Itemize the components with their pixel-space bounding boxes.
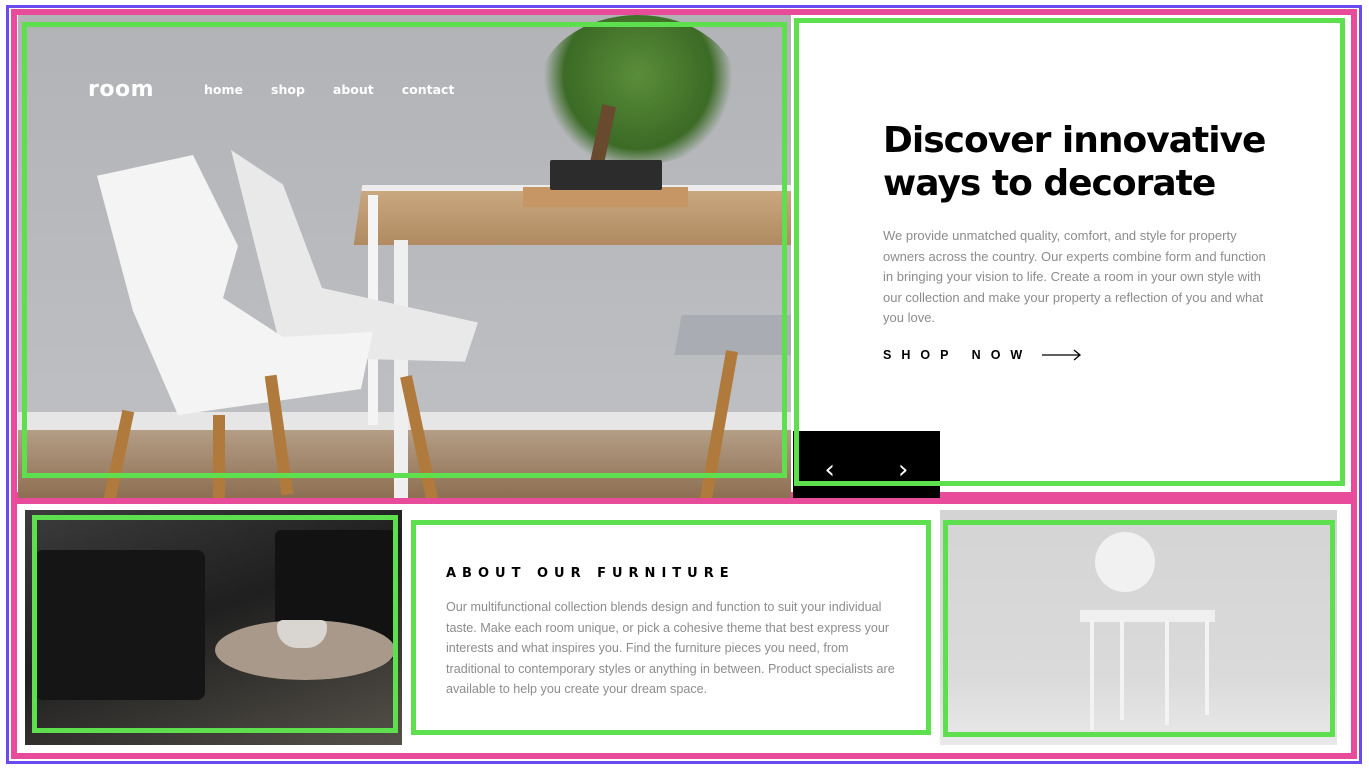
chair-leg [1090, 620, 1094, 730]
chair-leg [1120, 620, 1124, 720]
hero-text-panel: Discover innovative ways to decorate We … [797, 21, 1342, 484]
nav-link-home[interactable]: home [204, 82, 243, 97]
about-section: ABOUT OUR FURNITURE Our multifunctional … [416, 526, 926, 730]
shop-now-label: SHOP NOW [883, 348, 1033, 362]
dark-interior-image [25, 510, 402, 745]
table-leg [394, 240, 408, 498]
hero-headline-line2: ways to decorate [883, 163, 1216, 204]
chair-seat [1080, 610, 1215, 622]
hero-headline: Discover innovative ways to decorate [883, 119, 1283, 205]
shop-now-link[interactable]: SHOP NOW [883, 348, 1082, 362]
chair-leg [1205, 620, 1209, 715]
arrow-right-icon [1042, 349, 1082, 361]
chair-leg [1165, 620, 1169, 725]
chair-leg [213, 415, 225, 498]
chair-backrest [1095, 532, 1155, 592]
chevron-left-icon[interactable]: ‹ [825, 455, 835, 485]
nav-link-about[interactable]: about [333, 82, 374, 97]
hero-description: We provide unmatched quality, comfort, a… [883, 228, 1266, 325]
white-chair-image [940, 510, 1337, 745]
hero-headline-line1: Discover innovative [883, 120, 1266, 161]
about-text: Our multifunctional collection blends de… [446, 600, 895, 696]
main-nav: room home shop about contact [88, 77, 482, 102]
hero-image: room home shop about contact [18, 15, 791, 498]
bonsai-foliage [538, 15, 738, 165]
armchair [35, 550, 205, 700]
nav-link-contact[interactable]: contact [402, 82, 455, 97]
chevron-right-icon[interactable]: › [898, 455, 908, 485]
bonsai-pot [550, 160, 662, 190]
bonsai-tray [523, 187, 688, 207]
slider-controls: ‹ › [793, 431, 940, 498]
chair-right [674, 315, 791, 355]
logo[interactable]: room [88, 77, 154, 102]
about-title: ABOUT OUR FURNITURE [446, 566, 735, 581]
nav-link-shop[interactable]: shop [271, 82, 305, 97]
